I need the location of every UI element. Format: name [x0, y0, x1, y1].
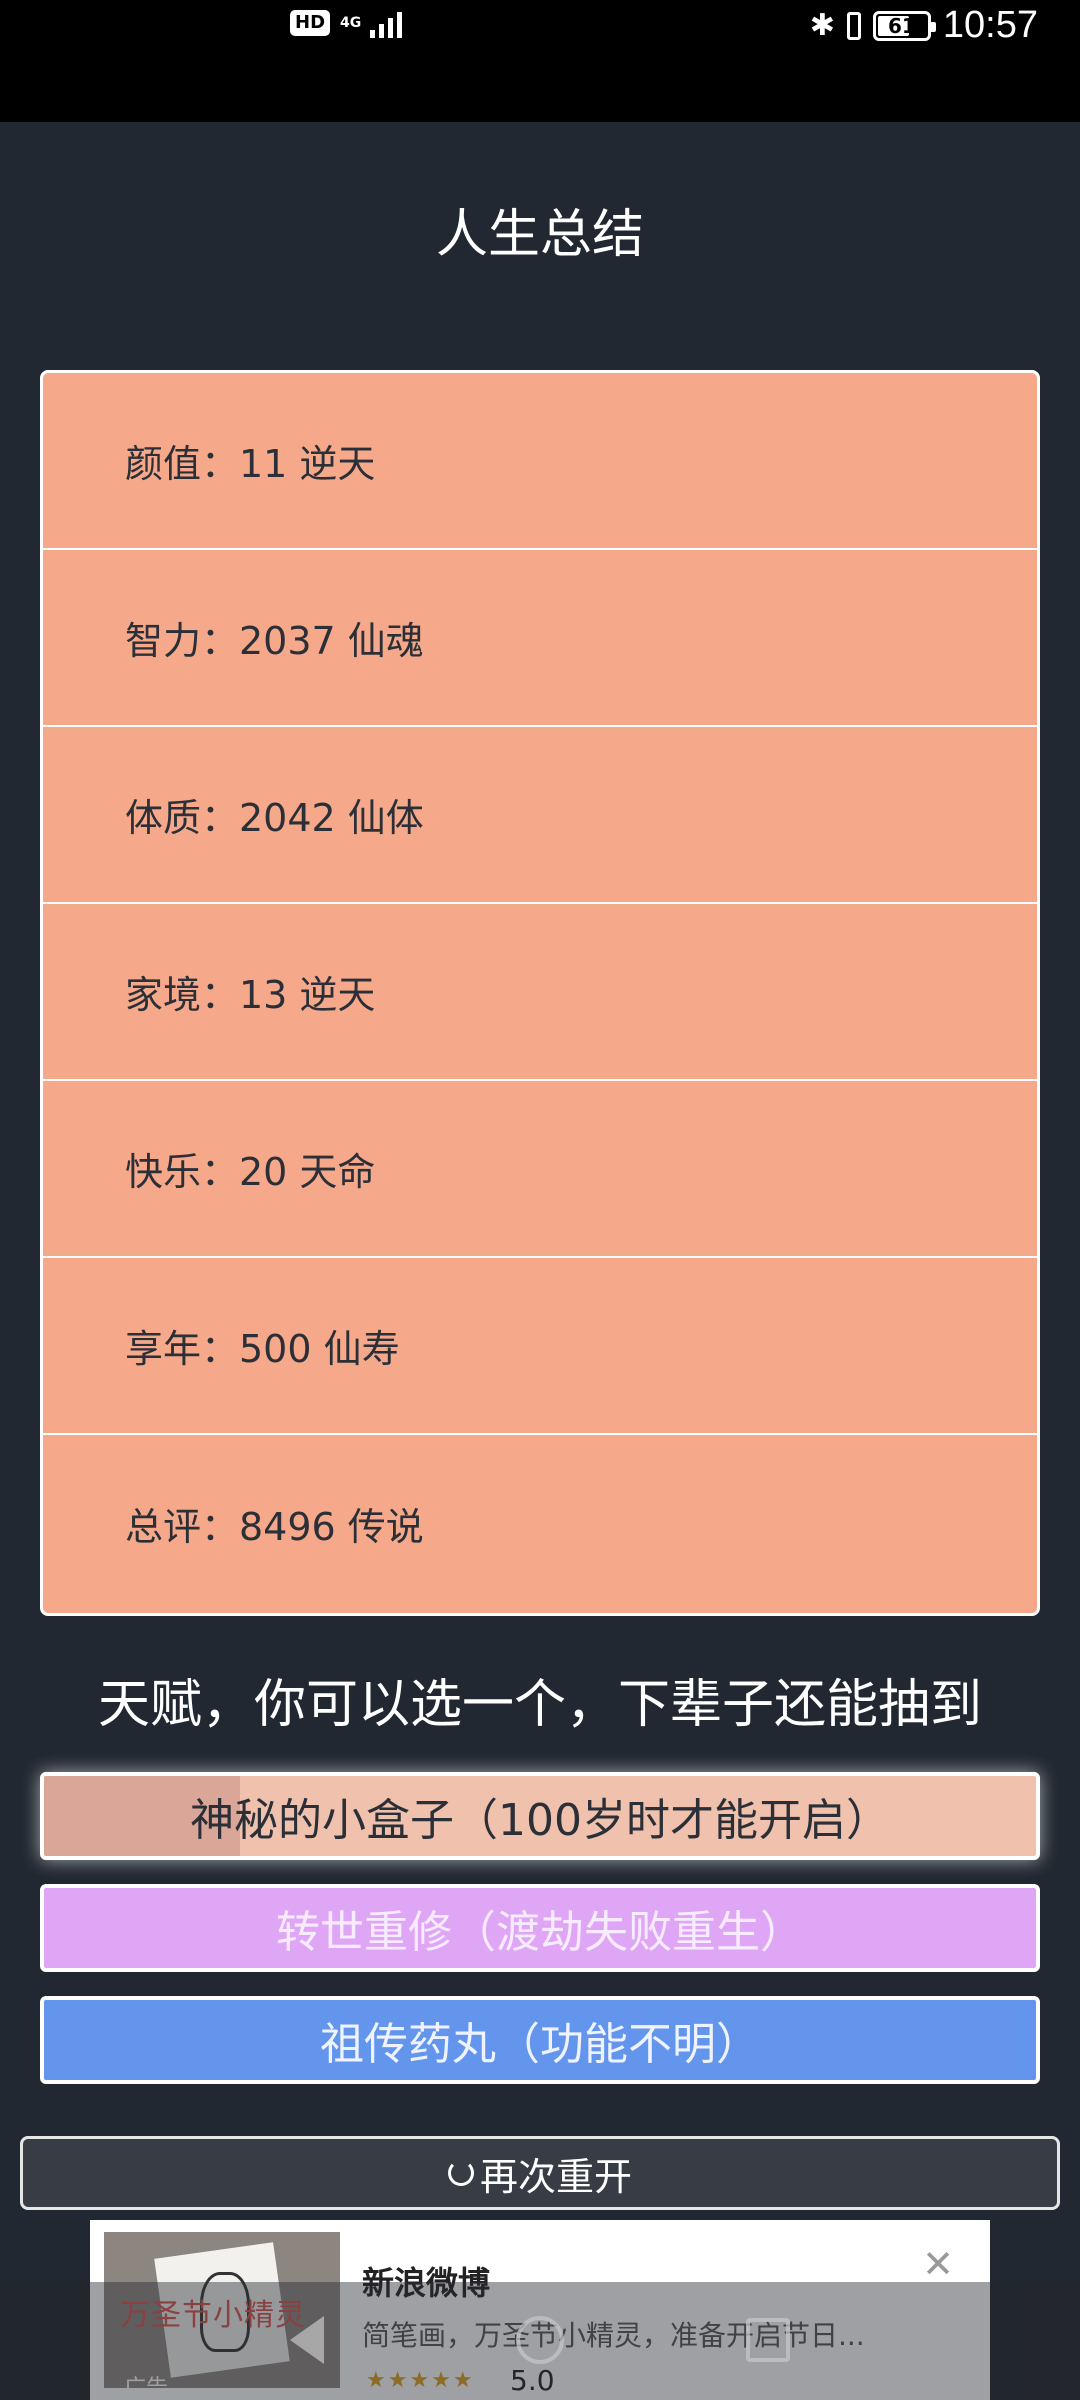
- talent-option-ancestral-pill[interactable]: 祖传药丸（功能不明）: [40, 1996, 1040, 2084]
- hd-badge: HD: [290, 10, 331, 36]
- restart-button[interactable]: 再次重开: [20, 2136, 1060, 2210]
- battery-icon: 61: [872, 10, 936, 41]
- network-type: 4G: [340, 15, 362, 31]
- stat-row-appearance: 颜值：11 逆天: [43, 373, 1037, 550]
- recent-apps-icon[interactable]: [746, 2318, 790, 2362]
- stat-row-happiness: 快乐：20 天命: [43, 1081, 1037, 1258]
- signal-icon: [370, 8, 403, 38]
- bluetooth-icon: ✱: [809, 8, 835, 43]
- status-left: HD 4G: [290, 8, 403, 38]
- page-title: 人生总结: [435, 205, 644, 265]
- battery-level: 61: [887, 13, 916, 38]
- status-bar: HD 4G ✱ 61 10:57: [0, 0, 1080, 122]
- stat-row-lifespan: 享年：500 仙寿: [43, 1258, 1037, 1435]
- talent-option-reincarnation[interactable]: 转世重修（渡劫失败重生）: [40, 1884, 1040, 1972]
- talent-option-mystery-box[interactable]: 神秘的小盒子（100岁时才能开启）: [40, 1772, 1040, 1860]
- stat-row-overall: 总评：8496 传说: [125, 1505, 424, 1549]
- home-icon[interactable]: [516, 2316, 564, 2364]
- talent-prompt: 天赋，你可以选一个，下辈子还能抽到: [97, 1675, 982, 1735]
- restart-label: 再次重开: [479, 2154, 632, 2199]
- talent-option-label: 祖传药丸（功能不明）: [320, 2019, 760, 2070]
- vibrate-icon: [846, 11, 861, 40]
- status-right: ✱ 61 10:57: [810, 4, 1038, 47]
- talent-option-label: 神秘的小盒子（100岁时才能开启）: [190, 1795, 890, 1846]
- talent-option-label: 转世重修（渡劫失败重生）: [276, 1907, 804, 1958]
- refresh-icon: [447, 2160, 474, 2186]
- stat-row-constitution: 体质：2042 仙体: [43, 727, 1037, 904]
- stat-row-intelligence: 智力：2037 仙魂: [43, 550, 1037, 727]
- back-icon[interactable]: [290, 2316, 324, 2364]
- stat-row-family: 家境：13 逆天: [43, 904, 1037, 1081]
- clock: 10:57: [942, 4, 1038, 46]
- close-icon[interactable]: ✕: [922, 2242, 954, 2286]
- stats-panel: 颜值：11 逆天 智力：2037 仙魂 体质：2042 仙体 家境：13 逆天 …: [40, 370, 1040, 1616]
